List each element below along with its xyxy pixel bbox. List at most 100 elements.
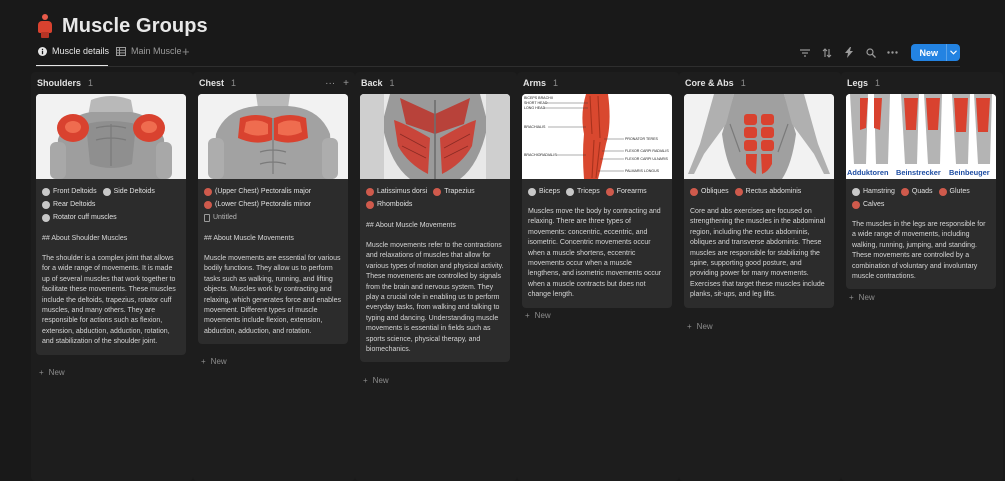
relation-chip[interactable]: Forearms bbox=[605, 185, 647, 198]
column-header[interactable]: Core & Abs 1 bbox=[685, 77, 835, 89]
relation-chip[interactable]: Triceps bbox=[566, 185, 600, 198]
board-column-core-abs: Core & Abs 1 Obliques Rectus abdominis C… bbox=[679, 72, 841, 481]
chip-label: (Upper Chest) Pectoralis major bbox=[215, 188, 312, 195]
card-description: Core and abs exercises are focused on st… bbox=[690, 208, 826, 299]
relation-chip[interactable]: Rotator cuff muscles bbox=[42, 211, 117, 224]
sort-icon[interactable] bbox=[820, 46, 833, 59]
card-arms[interactable]: BICEPS BRACHII SHORT HEAD LONG HEAD BRAC… bbox=[522, 94, 672, 308]
relation-chip[interactable]: Trapezius bbox=[433, 185, 475, 198]
card-shoulders[interactable]: Front Deltoids Side Deltoids Rear Deltoi… bbox=[36, 94, 186, 355]
chip-label: Front Deltoids bbox=[53, 188, 97, 195]
board-view: Shoulders 1 Front Deltoids Side Deltoids… bbox=[31, 72, 1005, 481]
column-title: Shoulders bbox=[37, 78, 82, 88]
column-header[interactable]: Arms 1 bbox=[523, 77, 673, 89]
relation-chip[interactable]: Biceps bbox=[528, 185, 560, 198]
card-cover-image bbox=[684, 94, 834, 179]
muscle-thumbnail-icon bbox=[102, 187, 111, 196]
relation-chip[interactable]: Rhomboids bbox=[366, 198, 412, 211]
card-description: Muscle movements refer to the contractio… bbox=[366, 242, 504, 354]
card-properties: Biceps Triceps Forearms bbox=[522, 179, 672, 198]
relation-chip[interactable]: Calves bbox=[852, 198, 884, 211]
muscle-thumbnail-icon bbox=[204, 187, 212, 196]
add-view-button[interactable]: + bbox=[182, 44, 190, 59]
add-card-label: New bbox=[48, 368, 65, 377]
image-caption: Beinstrecker bbox=[896, 168, 941, 177]
board-column-arms: Arms 1 BICEPS BRACHII SHORT HEAD LONG HE… bbox=[517, 72, 679, 481]
more-options-icon[interactable] bbox=[886, 46, 899, 59]
tabbar-divider bbox=[36, 66, 960, 67]
tab-label: Main Muscle bbox=[131, 46, 182, 56]
relation-chip[interactable]: (Lower Chest) Pectoralis minor bbox=[204, 198, 311, 211]
add-card-label: New bbox=[696, 322, 713, 331]
muscle-thumbnail-icon bbox=[900, 187, 909, 196]
table-icon bbox=[116, 46, 126, 56]
add-card-button[interactable]: + New bbox=[687, 322, 713, 331]
relation-chip[interactable]: Latissimus dorsi bbox=[366, 185, 427, 198]
relation-chip[interactable]: Quads bbox=[900, 185, 933, 198]
tab-muscle-details[interactable]: Muscle details bbox=[38, 46, 109, 56]
card-chest[interactable]: (Upper Chest) Pectoralis major (Lower Ch… bbox=[198, 94, 348, 345]
diagram-label: FLEXOR CARPI ULNARIS bbox=[625, 157, 669, 161]
diagram-label: SHORT HEAD bbox=[524, 101, 548, 105]
relation-chip[interactable]: Obliques bbox=[690, 185, 729, 198]
relation-chip[interactable]: Untitled bbox=[204, 211, 237, 224]
relation-chip[interactable]: (Upper Chest) Pectoralis major bbox=[204, 185, 311, 198]
column-header[interactable]: Chest 1 ··· + bbox=[199, 77, 349, 89]
column-header[interactable]: Shoulders 1 bbox=[37, 77, 187, 89]
relation-chip[interactable]: Rear Deltoids bbox=[42, 198, 95, 211]
relation-chip[interactable]: Front Deltoids bbox=[42, 185, 97, 198]
card-core-abs[interactable]: Obliques Rectus abdominis Core and abs e… bbox=[684, 94, 834, 308]
muscle-figure-icon[interactable] bbox=[36, 14, 54, 38]
card-legs[interactable]: Adduktoren Beinstrecker Beinbeuger Hamst… bbox=[846, 94, 996, 290]
add-card-button[interactable]: + New bbox=[201, 357, 227, 366]
toolbar: New bbox=[798, 44, 960, 61]
card-properties: (Upper Chest) Pectoralis major (Lower Ch… bbox=[198, 179, 348, 224]
chip-label: Triceps bbox=[577, 188, 600, 195]
column-title: Core & Abs bbox=[685, 78, 734, 88]
chip-label: Calves bbox=[863, 201, 885, 208]
plus-icon: + bbox=[39, 368, 44, 377]
relation-chip[interactable]: Hamstring bbox=[852, 185, 895, 198]
diagram-label: LONG HEAD bbox=[524, 106, 546, 110]
card-properties: Front Deltoids Side Deltoids Rear Deltoi… bbox=[36, 179, 186, 224]
card-description: Muscles move the body by contracting and… bbox=[528, 208, 662, 299]
muscle-thumbnail-icon bbox=[366, 200, 374, 209]
relation-chip[interactable]: Glutes bbox=[938, 185, 970, 198]
card-back[interactable]: Latissimus dorsi Trapezius Rhomboids ## … bbox=[360, 94, 510, 363]
filter-icon[interactable] bbox=[798, 46, 811, 59]
column-more-icon[interactable]: ··· bbox=[325, 78, 335, 89]
tab-main-muscle[interactable]: Main Muscle bbox=[116, 46, 182, 56]
search-icon[interactable] bbox=[864, 46, 877, 59]
relation-chip[interactable]: Side Deltoids bbox=[102, 185, 155, 198]
muscle-thumbnail-icon bbox=[42, 187, 50, 196]
image-caption: Beinbeuger bbox=[949, 168, 990, 177]
view-tabbar: Muscle details Main Muscle + New bbox=[36, 44, 960, 67]
new-button[interactable]: New bbox=[911, 44, 960, 61]
card-description: The muscles in the legs are responsible … bbox=[852, 221, 986, 281]
add-card-button[interactable]: + New bbox=[363, 376, 389, 385]
column-title: Back bbox=[361, 78, 383, 88]
column-header[interactable]: Back 1 bbox=[361, 77, 511, 89]
add-card-button[interactable]: + New bbox=[525, 311, 551, 320]
muscle-thumbnail-icon bbox=[852, 187, 860, 196]
add-card-button[interactable]: + New bbox=[849, 293, 875, 302]
column-title: Chest bbox=[199, 78, 225, 88]
add-card-button[interactable]: + New bbox=[39, 368, 65, 377]
relation-chip[interactable]: Rectus abdominis bbox=[734, 185, 801, 198]
card-heading: ## About Muscle Movements bbox=[204, 235, 294, 242]
chip-label: Obliques bbox=[701, 188, 729, 195]
card-heading: ## About Shoulder Muscles bbox=[42, 235, 128, 242]
page-title[interactable]: Muscle Groups bbox=[62, 15, 208, 38]
chip-label: (Lower Chest) Pectoralis minor bbox=[215, 201, 312, 208]
column-title: Arms bbox=[523, 78, 547, 88]
muscle-thumbnail-icon bbox=[734, 187, 743, 196]
muscle-thumbnail-icon bbox=[433, 187, 442, 196]
column-add-icon[interactable]: + bbox=[343, 78, 349, 89]
card-heading: ## About Muscle Movements bbox=[366, 222, 456, 229]
column-header[interactable]: Legs 1 bbox=[847, 77, 997, 89]
chevron-down-icon[interactable] bbox=[946, 44, 960, 61]
chip-label: Hamstring bbox=[863, 188, 895, 195]
chip-label: Trapezius bbox=[444, 188, 475, 195]
card-properties: Hamstring Quads Glutes Calves bbox=[846, 179, 996, 211]
automation-bolt-icon[interactable] bbox=[842, 46, 855, 59]
